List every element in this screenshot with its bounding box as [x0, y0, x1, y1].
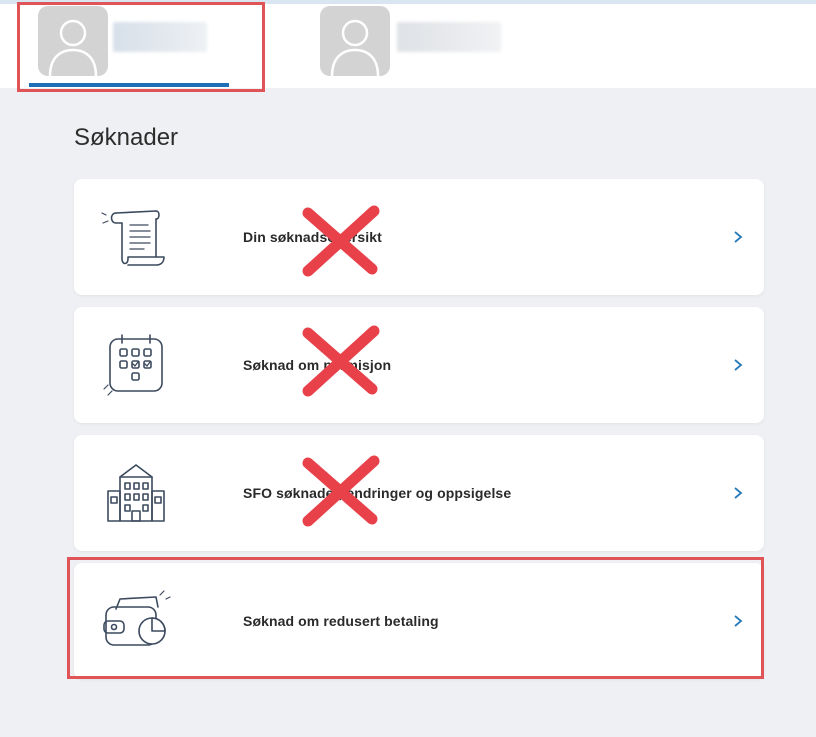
card-permisjon[interactable]: Søknad om permisjon — [74, 307, 764, 423]
profile-name-redacted — [113, 22, 207, 52]
calendar-checklist-icon — [103, 334, 163, 396]
scroll-document-icon — [101, 210, 165, 266]
school-building-icon — [107, 464, 165, 522]
card-redusert-betaling[interactable]: Søknad om redusert betaling — [74, 563, 764, 679]
chevron-right-icon — [734, 487, 743, 499]
active-tab-indicator — [29, 83, 229, 87]
wallet-pie-chart-icon — [103, 590, 171, 646]
card-label: SFO søknader, endringer og oppsigelse — [243, 485, 512, 501]
avatar — [38, 6, 108, 76]
profile-name-redacted — [397, 22, 501, 52]
card-label: Søknad om redusert betaling — [243, 613, 439, 629]
page-title: Søknader — [74, 124, 179, 151]
chevron-right-icon — [734, 231, 743, 243]
chevron-right-icon — [734, 615, 743, 627]
person-silhouette-icon — [330, 19, 380, 76]
profile-tab-1[interactable] — [0, 4, 260, 92]
avatar — [320, 6, 390, 76]
person-silhouette-icon — [48, 19, 98, 76]
chevron-right-icon — [734, 359, 743, 371]
profile-tab-2[interactable] — [300, 4, 540, 92]
card-label: Søknad om permisjon — [243, 357, 392, 373]
card-sfo[interactable]: SFO søknader, endringer og oppsigelse — [74, 435, 764, 551]
card-label: Din søknadsoversikt — [243, 229, 382, 245]
card-soknadsoversikt[interactable]: Din søknadsoversikt — [74, 179, 764, 295]
profile-switcher-bar — [0, 0, 816, 88]
